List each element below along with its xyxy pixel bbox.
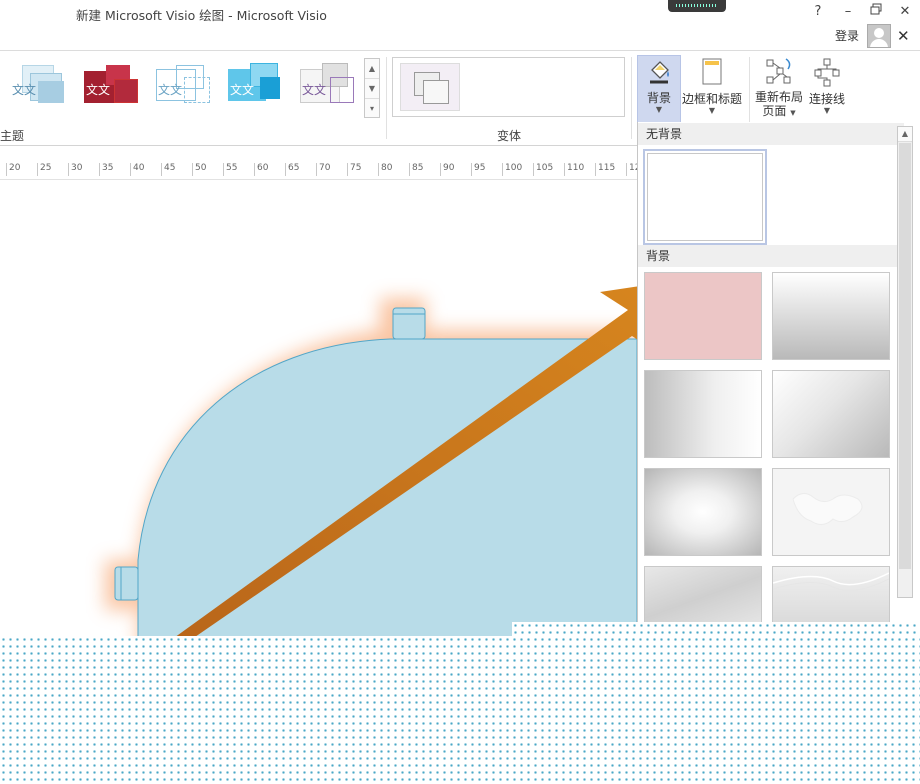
dotted-pattern-overlay	[0, 636, 920, 784]
ruler-tick: 95	[471, 163, 485, 176]
horizontal-ruler: 20 25 30 35 40 45 50 55 60 65 70 75 80 85 90 95 100 105 11…	[0, 155, 640, 180]
ruler-tick: 65	[285, 163, 299, 176]
background-tile-horizontal-gradient[interactable]	[644, 370, 762, 458]
theme-tile-3[interactable]: 文文	[154, 63, 214, 109]
theme-tile-2[interactable]: 文文	[82, 63, 142, 109]
relayout-icon	[766, 58, 791, 84]
ruler-tick: 25	[37, 163, 51, 176]
title-bar: 新建 Microsoft Visio 绘图 - Microsoft Visio …	[0, 0, 920, 50]
scroll-up-icon[interactable]: ▲	[365, 59, 379, 79]
minimize-button[interactable]: –	[838, 3, 858, 21]
borders-titles-button[interactable]: 边框和标题 ▼	[680, 55, 744, 121]
dropdown-arrow-icon: ▼	[655, 105, 663, 114]
help-button[interactable]: ?	[808, 3, 828, 21]
window-title: 新建 Microsoft Visio 绘图 - Microsoft Visio	[76, 8, 327, 23]
connector-icon	[814, 58, 840, 87]
page-border-icon	[702, 58, 722, 85]
theme-tile-2-text: 文文	[86, 83, 111, 97]
button-divider	[749, 57, 750, 123]
variant-tile[interactable]	[400, 63, 460, 111]
background-gallery: 无背景 背景 ▲	[637, 122, 920, 632]
close-window-button[interactable]: ✕	[895, 3, 915, 21]
group-divider	[631, 57, 632, 139]
theme-tile-5-text: 文文	[302, 83, 327, 97]
top-nozzle	[392, 307, 426, 340]
paint-bucket-icon	[650, 61, 669, 84]
ruler-tick: 110	[564, 163, 584, 176]
background-tile-diagonal-gradient[interactable]	[772, 370, 890, 458]
ruler-tick: 50	[192, 163, 206, 176]
side-nozzle	[114, 566, 139, 601]
theme-tile-3-text: 文文	[158, 83, 183, 97]
theme-tile-4-text: 文文	[230, 83, 255, 97]
background-tile-vertical-gradient[interactable]	[772, 272, 890, 360]
avatar[interactable]	[867, 24, 891, 48]
relayout-label: 重新布局	[754, 90, 803, 104]
connectors-button[interactable]: 连接线 ▼	[806, 55, 848, 121]
variants-group-label: 变体	[497, 129, 522, 143]
background-tile-world[interactable]	[772, 468, 890, 556]
theme-tile-1-text: 文文	[12, 83, 37, 97]
background-tile-solid[interactable]	[644, 272, 762, 360]
borders-titles-label: 边框和标题	[681, 92, 742, 106]
ruler-tick: 90	[440, 163, 454, 176]
input-indicator	[668, 0, 726, 12]
ruler-tick: 105	[533, 163, 553, 176]
connectors-label: 连接线	[808, 92, 845, 106]
ruler-tick: 20	[6, 163, 20, 176]
no-background-tile[interactable]	[643, 149, 767, 245]
restore-button[interactable]	[866, 3, 886, 21]
theme-tile-1[interactable]: 文文	[8, 63, 68, 109]
variants-gallery	[392, 57, 625, 117]
theme-tile-5[interactable]: 文文	[298, 63, 358, 109]
themes-gallery-scroll[interactable]: ▲ ▼ ▾	[364, 58, 380, 118]
ruler-tick: 30	[68, 163, 82, 176]
ruler-tick: 70	[316, 163, 330, 176]
relayout-page-button[interactable]: 重新布局 页面 ▼	[753, 55, 805, 125]
dropdown-arrow-icon: ▼	[708, 106, 716, 115]
scroll-up-icon[interactable]: ▲	[898, 127, 912, 142]
restore-icon	[870, 3, 882, 15]
dropdown-arrow-icon: ▼	[823, 106, 831, 115]
ruler-tick: 55	[223, 163, 237, 176]
no-background-header: 无背景	[638, 123, 904, 145]
relayout-sub-label: 页面 ▼	[762, 104, 796, 118]
gallery-more-icon[interactable]: ▾	[365, 99, 379, 118]
theme-tile-4[interactable]: 文文	[226, 63, 286, 109]
group-divider	[386, 57, 387, 139]
background-header: 背景	[638, 245, 904, 267]
ruler-tick: 85	[409, 163, 423, 176]
ruler-tick: 75	[347, 163, 361, 176]
background-button-label: 背景	[646, 91, 671, 105]
ruler-tick: 60	[254, 163, 268, 176]
themes-group-label: 主题	[0, 129, 25, 143]
scroll-down-icon[interactable]: ▼	[365, 79, 379, 99]
ruler-tick: 40	[130, 163, 144, 176]
sign-in-link[interactable]: 登录	[835, 27, 859, 44]
ruler-tick: 35	[99, 163, 113, 176]
ruler-tick: 45	[161, 163, 175, 176]
background-button[interactable]: 背景 ▼	[637, 55, 681, 123]
close-icon[interactable]: ✕	[897, 27, 910, 45]
background-tile-radial-gradient[interactable]	[644, 468, 762, 556]
ruler-tick: 115	[595, 163, 615, 176]
gallery-scrollbar[interactable]: ▲	[897, 126, 913, 598]
ruler-tick: 80	[378, 163, 392, 176]
ruler-tick: 100	[502, 163, 522, 176]
scrollbar-thumb[interactable]	[899, 143, 911, 569]
